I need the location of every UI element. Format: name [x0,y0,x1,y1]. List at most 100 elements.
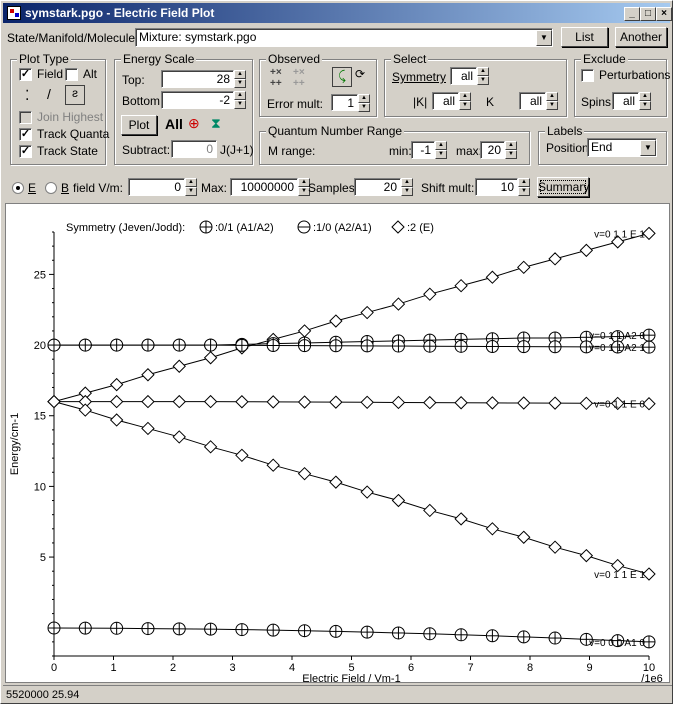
top-input[interactable]: 28 [161,70,234,88]
x-tick-label: 8 [527,662,533,674]
subtract-input[interactable]: 0 [171,140,217,158]
diamond-marker [109,377,124,392]
perturbations-label: Perturbations [599,68,671,82]
alt-label: Alt [83,67,98,81]
error-mult-input[interactable]: 1 [331,94,358,111]
status-bar: 5520000 25.94 [3,685,672,703]
diamond-marker [141,421,155,436]
k-abs-label: |K| [413,95,428,109]
shift-mult-spinner[interactable]: ▲ ▼ [518,178,530,196]
diamond-marker [172,359,186,373]
observed-on-icon[interactable]: +× ++ [270,67,282,89]
diamond-marker [203,440,218,454]
error-mult-spinner[interactable]: ▲ ▼ [358,94,370,112]
samples-label: Samples [308,181,355,195]
x-tick-label: 0 [51,662,57,674]
k-abs-input[interactable]: all [432,92,459,110]
y-tick-label: 5 [40,552,46,564]
list-button[interactable]: List [561,27,608,47]
diamond-marker [454,512,468,526]
x-tick-label: 2 [170,662,176,674]
diamond-marker [203,351,218,365]
diamond-marker [579,243,594,258]
field-checkbox[interactable]: ✓ [19,68,32,81]
max-field-input[interactable]: 10000000 [230,178,298,196]
k-input[interactable]: all [519,92,546,110]
minimize-button[interactable]: _ [624,7,640,21]
y-tick-label: 20 [34,340,46,352]
track-state-checkbox[interactable]: ✓ [19,145,32,158]
alt-checkbox[interactable] [65,68,78,81]
x-tick-label: 9 [586,662,592,674]
top-spinner[interactable]: ▲ ▼ [234,70,246,88]
spins-input[interactable]: all [612,92,639,110]
legend-entry-label: :1/0 (A2/A1) [313,222,372,234]
diamond-marker [47,394,61,409]
k-spinner[interactable]: ▲ ▼ [546,92,558,110]
track-quanta-checkbox[interactable]: ✓ [19,128,32,141]
b-radio[interactable] [45,182,57,194]
min-spinner[interactable]: ▲ ▼ [435,141,447,159]
field-input[interactable]: 0 [128,178,185,196]
window: symstark.pgo - Electric Field Plot _ □ ×… [0,0,673,704]
diamond-marker [109,394,124,409]
plot-area[interactable]: 0 1 2 3 4 5 6 7 8 9 10 5 10 15 20 25 Electric Field / Vm… [5,203,670,685]
diamond-marker [172,430,186,444]
field-spinner[interactable]: ▲ ▼ [185,178,197,196]
maximize-button[interactable]: □ [640,7,656,21]
all-button[interactable]: All [165,116,183,132]
field-vm-label: field V/m: [73,181,124,195]
bottom-spinner[interactable]: ▲ ▼ [234,91,246,109]
spins-spinner[interactable]: ▲ ▼ [639,92,651,110]
energy-field-chart[interactable]: 0 1 2 3 4 5 6 7 8 9 10510152025Electric Field / Vm… [6,204,669,685]
line-style-icon[interactable]: / [47,86,51,102]
title-bar[interactable]: symstark.pgo - Electric Field Plot _ □ × [3,3,672,23]
symmetry-label: Symmetry [392,70,446,84]
e-radio-label: E [28,181,37,195]
another-button[interactable]: Another [615,27,667,47]
perturbations-checkbox[interactable] [581,69,594,82]
observed-title: Observed [266,52,323,66]
hourglass-icon[interactable]: ⧗ [211,115,221,132]
bottom-input[interactable]: -2 [161,91,234,109]
top-label: Top: [122,73,145,87]
symmetry-spinner[interactable]: ▲ ▼ [477,67,489,85]
diamond-marker [391,493,406,508]
position-chevron-down-icon[interactable]: ▼ [640,140,656,156]
diamond-marker [297,466,312,481]
state-select[interactable]: Mixture: symstark.pgo [135,28,553,47]
points-style-icon[interactable]: ⁚ [25,87,29,104]
chevron-down-icon[interactable]: ▼ [536,30,552,46]
k-abs-spinner[interactable]: ▲ ▼ [459,92,471,110]
zoom-icon[interactable]: ⊕ [188,115,200,132]
qnr-title: Quantum Number Range [266,124,405,138]
symmetry-input[interactable]: all [450,67,477,85]
diamond-marker [423,503,437,518]
bottom-label: Bottom: [122,94,164,108]
summary-button[interactable]: Summary [537,177,589,197]
observed-off-icon[interactable]: +× ++ [293,67,305,89]
x-tick-label: 7 [467,662,473,674]
energy-scale-title: Energy Scale [121,52,197,66]
close-button[interactable]: × [656,7,672,21]
x-axis-label: Electric Field / Vm-1 [302,673,400,682]
join-highest-checkbox[interactable] [19,111,32,124]
diamond-marker [548,540,562,554]
min-input[interactable]: -1 [411,141,435,159]
observed-refresh-icon[interactable]: ⟳ [355,67,365,81]
diamond-marker [266,395,280,409]
max-input[interactable]: 20 [480,141,505,159]
samples-spinner[interactable]: ▲ ▼ [401,178,413,196]
plot-button[interactable]: Plot [121,115,157,135]
points-line-style-icon[interactable]: ƨ [65,85,85,105]
x-tick-label: 3 [229,662,235,674]
shift-mult-input[interactable]: 10 [475,178,518,196]
diamond-marker [297,395,312,409]
samples-input[interactable]: 20 [354,178,401,196]
legend-entry-label: :0/1 (A1/A2) [215,222,274,234]
e-radio[interactable] [12,182,24,194]
observed-fit-icon[interactable]: ⤹ [332,67,352,87]
track-state-label: Track State [37,144,98,158]
max-spinner[interactable]: ▲ ▼ [505,141,517,159]
diamond-marker [109,413,124,427]
